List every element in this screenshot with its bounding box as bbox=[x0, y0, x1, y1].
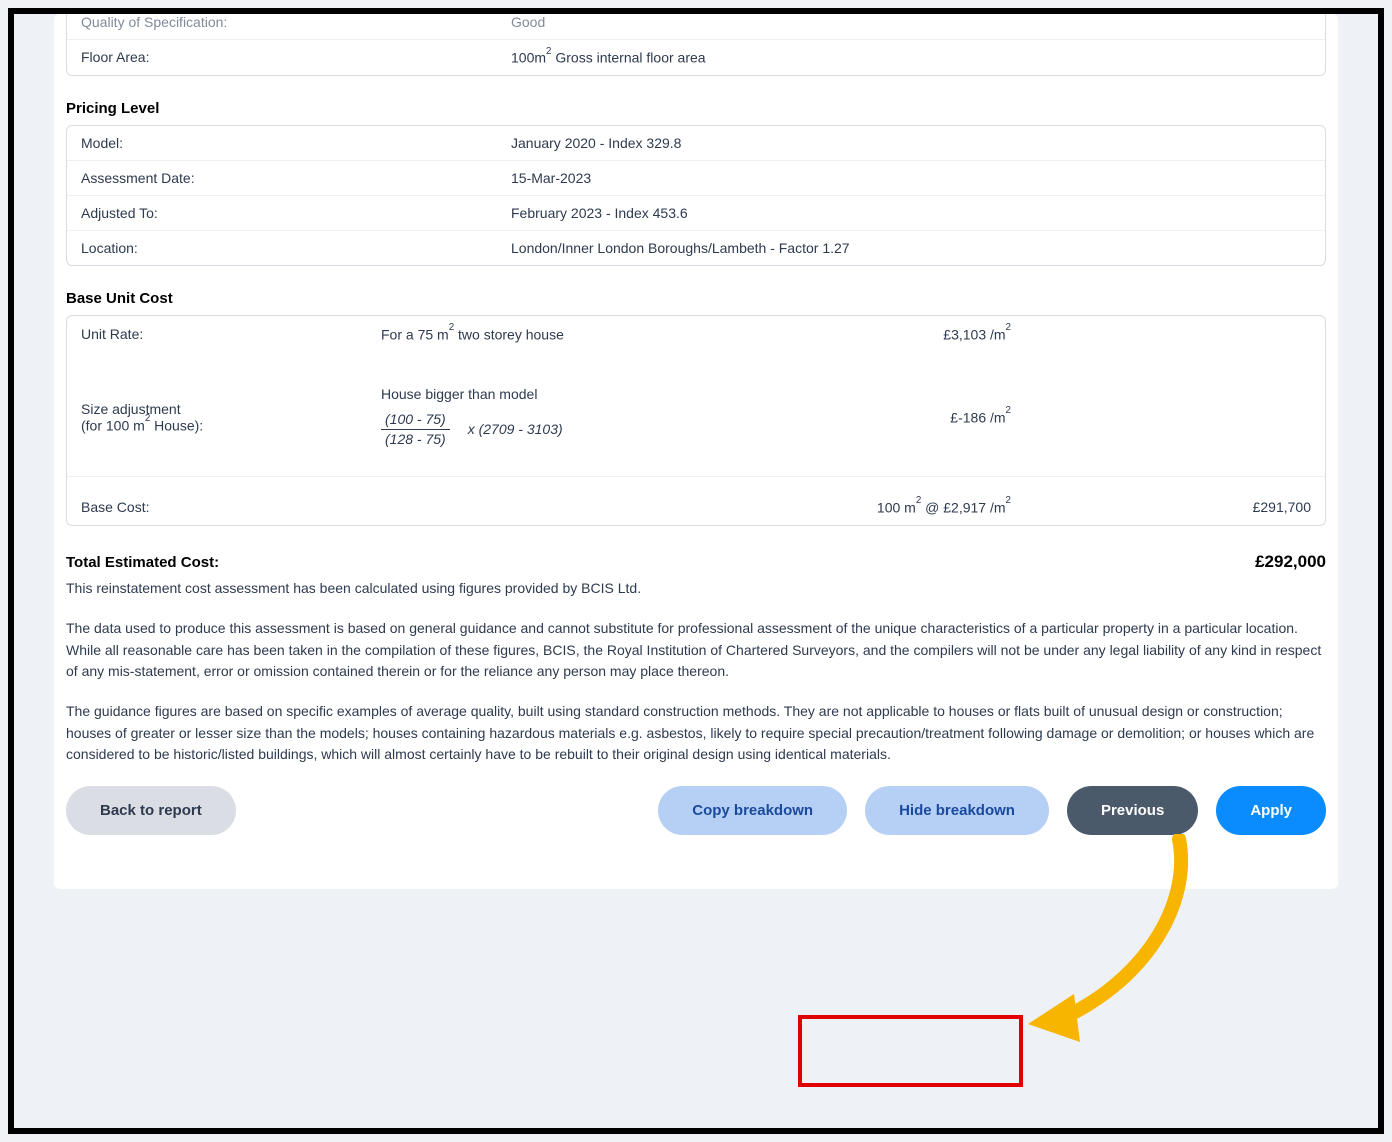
back-to-report-button[interactable]: Back to report bbox=[66, 786, 236, 835]
assessment-date-label: Assessment Date: bbox=[81, 170, 511, 186]
size-adj-note: House bigger than model bbox=[381, 386, 811, 402]
base-cost-total: £291,700 bbox=[1011, 499, 1311, 515]
total-estimated-label: Total Estimated Cost: bbox=[66, 554, 219, 571]
table-row: Quality of Specification: Good bbox=[67, 14, 1325, 39]
model-value: January 2020 - Index 329.8 bbox=[511, 135, 1311, 151]
assessment-date-value: 15-Mar-2023 bbox=[511, 170, 1311, 186]
base-unit-cost-section: Base Unit Cost Unit Rate: For a 75 m2 tw… bbox=[54, 290, 1338, 527]
total-estimated-amount: £292,000 bbox=[1255, 552, 1326, 572]
size-adj-formula: (100 - 75) (128 - 75) x (2709 - 3103) bbox=[381, 410, 811, 447]
floor-area-label: Floor Area: bbox=[81, 49, 511, 66]
table-row: Adjusted To: February 2023 - Index 453.6 bbox=[67, 195, 1325, 230]
unit-rate-label: Unit Rate: bbox=[81, 326, 381, 342]
unit-rate-price: £3,103 /m2 bbox=[811, 326, 1011, 343]
location-label: Location: bbox=[81, 240, 511, 256]
table-row: Location: London/Inner London Boroughs/L… bbox=[67, 230, 1325, 265]
pricing-level-title: Pricing Level bbox=[66, 100, 1338, 117]
location-value: London/Inner London Boroughs/Lambeth - F… bbox=[511, 240, 1311, 256]
adjusted-to-label: Adjusted To: bbox=[81, 205, 511, 221]
pricing-level-section: Pricing Level Model: January 2020 - Inde… bbox=[54, 100, 1338, 266]
table-row: Floor Area: 100m2 Gross internal floor a… bbox=[67, 39, 1325, 75]
quality-value: Good bbox=[511, 14, 1311, 30]
floor-area-value: 100m2 Gross internal floor area bbox=[511, 49, 1311, 66]
base-cost-row: Base Cost: 100 m2 @ £2,917 /m2 £291,700 bbox=[67, 476, 1325, 526]
model-label: Model: bbox=[81, 135, 511, 151]
adjusted-to-value: February 2023 - Index 453.6 bbox=[511, 205, 1311, 221]
top-overflow-box: Quality of Specification: Good Floor Are… bbox=[66, 14, 1326, 76]
size-adjustment-price: £-186 /m2 bbox=[811, 409, 1011, 426]
size-adjustment-label: Size adjustment (for 100 m2 House): bbox=[81, 401, 381, 434]
disclaimer-applicability: The guidance figures are based on specif… bbox=[66, 701, 1326, 766]
table-row: Assessment Date: 15-Mar-2023 bbox=[67, 160, 1325, 195]
base-cost-label: Base Cost: bbox=[81, 499, 381, 515]
size-adjustment-desc: House bigger than model (100 - 75) (128 … bbox=[381, 386, 811, 447]
unit-rate-desc: For a 75 m2 two storey house bbox=[381, 326, 811, 343]
unit-rate-row: Unit Rate: For a 75 m2 two storey house … bbox=[67, 316, 1325, 353]
base-unit-cost-box: Unit Rate: For a 75 m2 two storey house … bbox=[66, 315, 1326, 527]
copy-breakdown-button[interactable]: Copy breakdown bbox=[658, 786, 847, 835]
highlight-annotation bbox=[798, 1015, 1023, 1087]
disclaimer-liability: The data used to produce this assessment… bbox=[66, 618, 1326, 683]
size-adjustment-row: Size adjustment (for 100 m2 House): Hous… bbox=[67, 352, 1325, 475]
previous-button[interactable]: Previous bbox=[1067, 786, 1198, 835]
table-row: Model: January 2020 - Index 329.8 bbox=[67, 126, 1325, 160]
base-unit-cost-title: Base Unit Cost bbox=[66, 290, 1338, 307]
base-cost-qty: 100 m2 @ £2,917 /m2 bbox=[811, 499, 1011, 516]
apply-button[interactable]: Apply bbox=[1216, 786, 1326, 835]
pricing-level-box: Model: January 2020 - Index 329.8 Assess… bbox=[66, 125, 1326, 266]
button-bar: Back to report Copy breakdown Hide break… bbox=[66, 786, 1326, 835]
disclaimer-source: This reinstatement cost assessment has b… bbox=[66, 578, 1326, 600]
hide-breakdown-button[interactable]: Hide breakdown bbox=[865, 786, 1049, 835]
quality-label: Quality of Specification: bbox=[81, 14, 511, 30]
total-estimated-row: Total Estimated Cost: £292,000 bbox=[66, 552, 1326, 572]
